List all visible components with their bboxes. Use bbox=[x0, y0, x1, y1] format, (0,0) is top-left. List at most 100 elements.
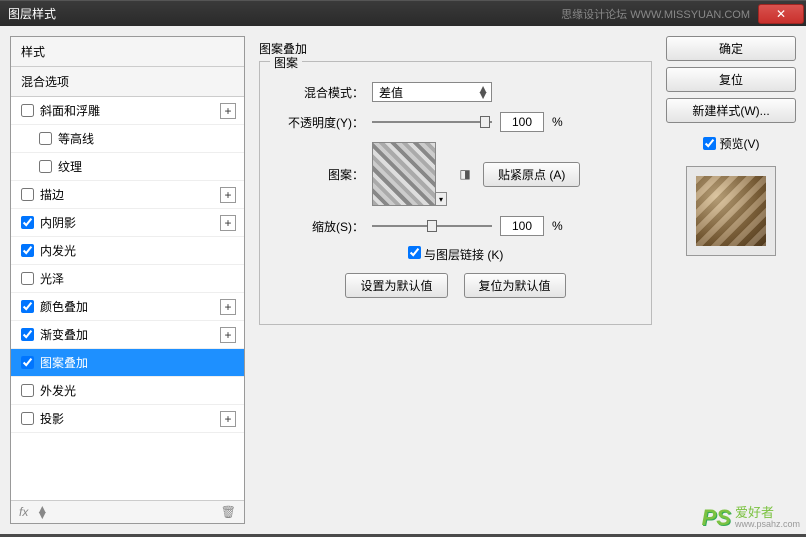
style-label-text: 投影 bbox=[40, 410, 64, 427]
titlebar-watermark: 思缘设计论坛 WWW.MISSYUAN.COM bbox=[561, 6, 750, 22]
group-legend: 图案 bbox=[270, 54, 302, 71]
close-button[interactable]: ✕ bbox=[758, 4, 804, 24]
style-label-text: 图案叠加 bbox=[40, 354, 88, 371]
style-row-label[interactable]: 渐变叠加 bbox=[21, 326, 88, 343]
style-row-label[interactable]: 颜色叠加 bbox=[21, 298, 88, 315]
style-label-text: 光泽 bbox=[40, 270, 64, 287]
scale-unit: % bbox=[552, 219, 563, 233]
style-checkbox[interactable] bbox=[21, 244, 34, 257]
dialog-title: 图层样式 bbox=[8, 5, 56, 22]
style-label-text: 纹理 bbox=[58, 158, 82, 175]
titlebar-right: 思缘设计论坛 WWW.MISSYUAN.COM ✕ bbox=[561, 4, 806, 24]
link-checkbox-label[interactable]: 与图层链接 (K) bbox=[408, 246, 504, 263]
style-label-text: 内阴影 bbox=[40, 214, 76, 231]
opacity-label: 不透明度(Y)： bbox=[274, 114, 364, 131]
style-row[interactable]: 光泽 bbox=[11, 265, 244, 293]
style-row[interactable]: 斜面和浮雕 + bbox=[11, 97, 244, 125]
preview-checkbox[interactable] bbox=[703, 137, 716, 150]
slider-thumb[interactable] bbox=[480, 116, 490, 128]
style-checkbox[interactable] bbox=[21, 104, 34, 117]
style-checkbox[interactable] bbox=[39, 160, 52, 173]
style-label-text: 描边 bbox=[40, 186, 64, 203]
style-row[interactable]: 颜色叠加 + bbox=[11, 293, 244, 321]
style-label-text: 外发光 bbox=[40, 382, 76, 399]
ok-button[interactable]: 确定 bbox=[666, 36, 796, 61]
preview-label: 预览(V) bbox=[720, 135, 760, 152]
style-row-label[interactable]: 内发光 bbox=[21, 242, 76, 259]
reset-button[interactable]: 复位 bbox=[666, 67, 796, 92]
style-label-text: 渐变叠加 bbox=[40, 326, 88, 343]
dialog-body: 样式 混合选项 斜面和浮雕+等高线纹理描边+内阴影+内发光光泽颜色叠加+渐变叠加… bbox=[0, 26, 806, 534]
style-row-label[interactable]: 纹理 bbox=[39, 158, 82, 175]
scale-row: 缩放(S)： % bbox=[274, 216, 637, 236]
style-checkbox[interactable] bbox=[21, 328, 34, 341]
style-checkbox[interactable] bbox=[21, 412, 34, 425]
add-effect-icon[interactable]: + bbox=[220, 215, 236, 231]
opacity-row: 不透明度(Y)： % bbox=[274, 112, 637, 132]
style-checkbox[interactable] bbox=[21, 216, 34, 229]
scale-slider[interactable] bbox=[372, 218, 492, 234]
style-checkbox[interactable] bbox=[21, 188, 34, 201]
style-checkbox[interactable] bbox=[21, 384, 34, 397]
trash-icon[interactable]: 🗑 bbox=[221, 505, 236, 519]
pattern-group: 图案 混合模式： 差值 ▲▼ 不透明度(Y)： % 图案： bbox=[259, 61, 652, 325]
new-style-button[interactable]: 新建样式(W)... bbox=[666, 98, 796, 123]
style-row-label[interactable]: 内阴影 bbox=[21, 214, 76, 231]
style-checkbox[interactable] bbox=[21, 356, 34, 369]
new-preset-icon[interactable]: ◨ bbox=[455, 166, 475, 182]
panel-title: 图案叠加 bbox=[259, 40, 652, 57]
style-label-text: 斜面和浮雕 bbox=[40, 102, 100, 119]
style-row-label[interactable]: 描边 bbox=[21, 186, 64, 203]
scale-input[interactable] bbox=[500, 216, 544, 236]
add-effect-icon[interactable]: + bbox=[220, 103, 236, 119]
add-effect-icon[interactable]: + bbox=[220, 299, 236, 315]
style-row-label[interactable]: 等高线 bbox=[39, 130, 94, 147]
style-row-label[interactable]: 投影 bbox=[21, 410, 64, 427]
style-row[interactable]: 内阴影 + bbox=[11, 209, 244, 237]
style-row[interactable]: 外发光 bbox=[11, 377, 244, 405]
snap-origin-button[interactable]: 贴紧原点 (A) bbox=[483, 162, 580, 187]
style-row[interactable]: 等高线 bbox=[11, 125, 244, 153]
sidebar-subheader[interactable]: 混合选项 bbox=[11, 67, 244, 97]
link-label-text: 与图层链接 (K) bbox=[424, 248, 503, 262]
sidebar-header[interactable]: 样式 bbox=[11, 37, 244, 67]
reset-default-button[interactable]: 复位为默认值 bbox=[464, 273, 566, 298]
style-checkbox[interactable] bbox=[21, 272, 34, 285]
fx-icon[interactable]: fx bbox=[19, 505, 28, 519]
slider-thumb[interactable] bbox=[427, 220, 437, 232]
style-row[interactable]: 描边 + bbox=[11, 181, 244, 209]
style-row[interactable]: 纹理 bbox=[11, 153, 244, 181]
add-effect-icon[interactable]: + bbox=[220, 327, 236, 343]
link-checkbox[interactable] bbox=[408, 246, 421, 259]
opacity-slider[interactable] bbox=[372, 114, 492, 130]
style-label-text: 颜色叠加 bbox=[40, 298, 88, 315]
style-row[interactable]: 内发光 bbox=[11, 237, 244, 265]
action-column: 确定 复位 新建样式(W)... 预览(V) bbox=[666, 36, 796, 524]
pattern-dropdown-icon[interactable]: ▾ bbox=[435, 192, 447, 206]
style-row-label[interactable]: 外发光 bbox=[21, 382, 76, 399]
sidebar-footer: fx ▲ ▼ 🗑 bbox=[11, 500, 244, 523]
pattern-swatch[interactable] bbox=[372, 142, 436, 206]
move-down-icon[interactable]: ▼ bbox=[36, 512, 48, 518]
style-row-label[interactable]: 图案叠加 bbox=[21, 354, 88, 371]
style-checkbox[interactable] bbox=[21, 300, 34, 313]
style-row[interactable]: 图案叠加 bbox=[11, 349, 244, 377]
pattern-row: 图案： ▾ ◨ 贴紧原点 (A) bbox=[274, 142, 637, 206]
style-row[interactable]: 投影 + bbox=[11, 405, 244, 433]
preview-toggle[interactable]: 预览(V) bbox=[666, 135, 796, 152]
opacity-input[interactable] bbox=[500, 112, 544, 132]
defaults-row: 设置为默认值 复位为默认值 bbox=[274, 273, 637, 298]
add-effect-icon[interactable]: + bbox=[220, 411, 236, 427]
add-effect-icon[interactable]: + bbox=[220, 187, 236, 203]
style-row-label[interactable]: 斜面和浮雕 bbox=[21, 102, 100, 119]
style-checkbox[interactable] bbox=[39, 132, 52, 145]
make-default-button[interactable]: 设置为默认值 bbox=[345, 273, 447, 298]
opacity-unit: % bbox=[552, 115, 563, 129]
style-row[interactable]: 渐变叠加 + bbox=[11, 321, 244, 349]
pattern-label: 图案： bbox=[274, 166, 364, 183]
style-row-label[interactable]: 光泽 bbox=[21, 270, 64, 287]
style-label-text: 内发光 bbox=[40, 242, 76, 259]
styles-sidebar: 样式 混合选项 斜面和浮雕+等高线纹理描边+内阴影+内发光光泽颜色叠加+渐变叠加… bbox=[10, 36, 245, 524]
styles-list: 斜面和浮雕 + 等高线纹理描边 + 内阴影 + 内发光光泽颜色叠加 + 渐变叠加 + 图案叠加外发光… bbox=[11, 97, 244, 500]
blend-mode-select[interactable]: 差值 ▲▼ bbox=[372, 82, 492, 102]
